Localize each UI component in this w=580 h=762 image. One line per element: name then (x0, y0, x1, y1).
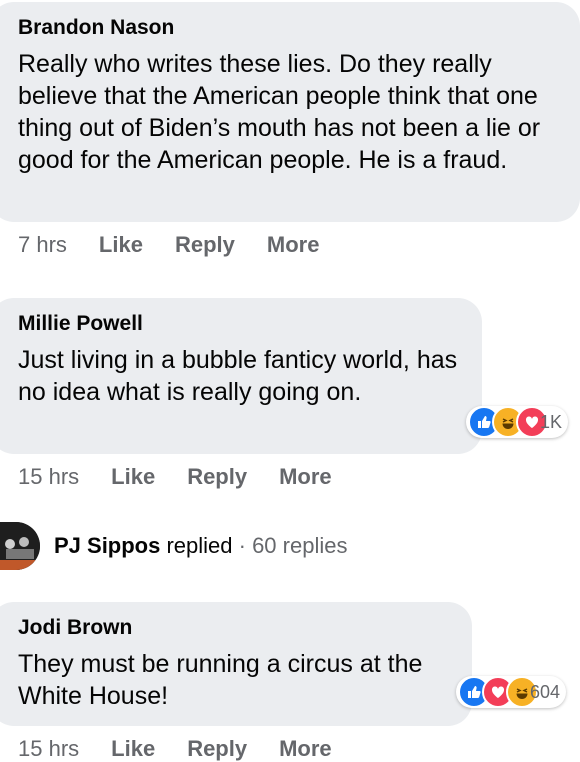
reply-button[interactable]: Reply (187, 464, 247, 490)
comment-bubble: Jodi Brown They must be running a circus… (0, 602, 472, 726)
comment-text: They must be running a circus at the Whi… (18, 650, 423, 710)
reaction-summary[interactable]: 604 (456, 676, 567, 708)
comment-actions: 7 hrs Like Reply More (18, 232, 351, 258)
view-replies-row[interactable]: PJ Sippos replied · 60 replies (0, 522, 347, 570)
replies-summary[interactable]: PJ Sippos replied · 60 replies (54, 533, 347, 559)
reply-button[interactable]: Reply (175, 232, 235, 258)
comment-time[interactable]: 7 hrs (18, 232, 67, 258)
reaction-count: 604 (530, 681, 561, 702)
avatar[interactable] (0, 522, 40, 570)
more-button[interactable]: More (279, 464, 332, 490)
comment-text: Just living in a bubble fanticy world, h… (18, 346, 458, 406)
comment-actions: 15 hrs Like Reply More (18, 464, 364, 490)
comment-bubble: Brandon Nason Really who writes these li… (0, 2, 580, 222)
reply-button[interactable]: Reply (187, 736, 247, 762)
comment-time[interactable]: 15 hrs (18, 736, 79, 762)
comment-author[interactable]: Millie Powell (18, 310, 458, 338)
comment-time[interactable]: 15 hrs (18, 464, 79, 490)
comment-bubble: Millie Powell Just living in a bubble fa… (0, 298, 482, 454)
more-button[interactable]: More (279, 736, 332, 762)
comment-text: Really who writes these lies. Do they re… (18, 50, 541, 174)
more-button[interactable]: More (267, 232, 320, 258)
comment-author[interactable]: Jodi Brown (18, 614, 448, 642)
reaction-count: 1K (540, 411, 563, 432)
reply-count: · 60 replies (232, 533, 348, 558)
like-button[interactable]: Like (111, 464, 155, 490)
like-button[interactable]: Like (111, 736, 155, 762)
reply-author[interactable]: PJ Sippos (54, 533, 160, 558)
like-button[interactable]: Like (99, 232, 143, 258)
comment-actions: 15 hrs Like Reply More (18, 736, 364, 762)
reply-action: replied (160, 533, 233, 558)
reaction-summary[interactable]: 1K (466, 406, 569, 438)
comment-author[interactable]: Brandon Nason (18, 14, 562, 42)
